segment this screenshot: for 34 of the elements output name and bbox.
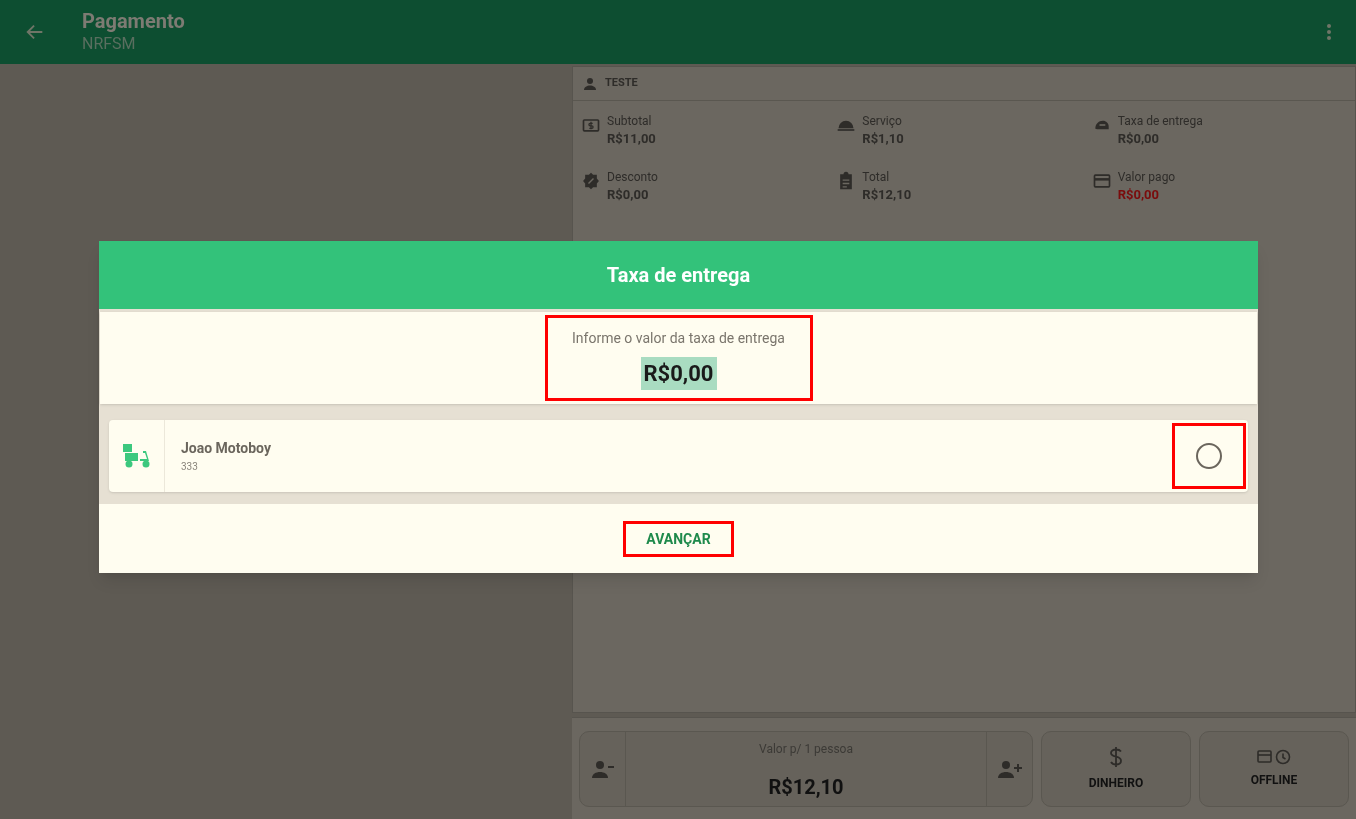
- page-title: Pagamento: [82, 9, 185, 33]
- summary-label: Subtotal: [607, 113, 653, 129]
- card-clock-icon: [1257, 748, 1291, 765]
- payment-method-button[interactable]: OFFLINE: [1199, 730, 1349, 807]
- courier-name: Joao Motoboy: [181, 439, 272, 458]
- dialog-title: Taxa de entrega: [606, 262, 751, 289]
- person-minus-icon: [590, 758, 615, 779]
- summary-label: Desconto: [607, 169, 658, 185]
- per-person-value: R$12,10: [768, 773, 844, 801]
- courier-code: 333: [181, 460, 199, 474]
- customer-name: TESTE: [605, 75, 638, 92]
- field-label: Informe o valor da taxa de entrega: [572, 329, 785, 348]
- more-menu-icon[interactable]: [1326, 23, 1332, 41]
- summary-label: Serviço: [862, 113, 903, 129]
- scooter-icon: [121, 443, 152, 469]
- summary-value: R$1,10: [862, 130, 904, 148]
- page-subtitle: NRFSM: [82, 33, 137, 55]
- radio-button[interactable]: [1196, 443, 1222, 469]
- card-icon: [1091, 171, 1112, 191]
- courier-card[interactable]: Joao Motoboy 333: [109, 420, 1248, 492]
- advance-button[interactable]: AVANÇAR: [646, 528, 711, 550]
- summary-value: R$0,00: [1117, 130, 1161, 148]
- summary-value: R$0,00: [607, 186, 650, 204]
- summary-label: Taxa de entrega: [1117, 113, 1203, 129]
- fee-input[interactable]: R$0,00: [640, 357, 717, 390]
- summary-label: Valor pago: [1117, 169, 1176, 185]
- payment-method-button[interactable]: DINHEIRO: [1041, 730, 1191, 807]
- person-plus-icon: [996, 758, 1023, 779]
- dollar-icon: [1109, 745, 1123, 768]
- summary-value: R$0,00: [1117, 186, 1161, 204]
- summary-label: Total: [862, 169, 891, 185]
- summary-value: R$12,10: [862, 186, 912, 204]
- discount-badge-icon: [581, 171, 601, 191]
- summary-value: R$11,00: [607, 130, 656, 148]
